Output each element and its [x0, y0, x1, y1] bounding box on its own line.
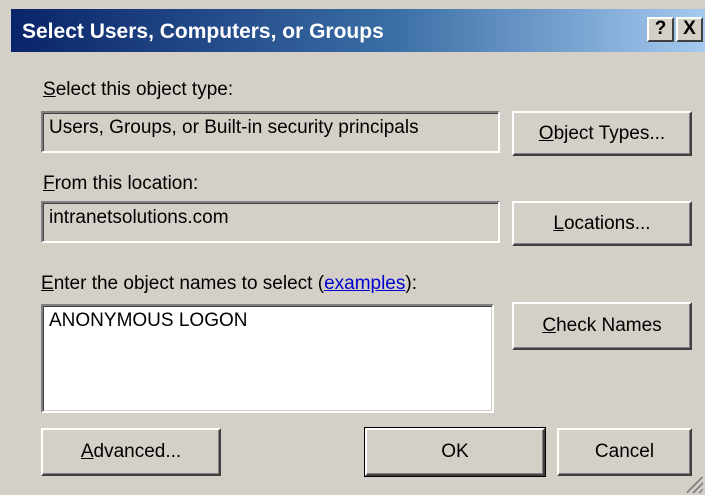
check-names-button[interactable]: Check Names	[512, 302, 692, 350]
location-label: From this location:	[43, 173, 199, 194]
cancel-button[interactable]: Cancel	[557, 428, 692, 476]
object-types-button[interactable]: Object Types...	[512, 111, 692, 156]
resize-grip[interactable]	[687, 477, 703, 493]
examples-link[interactable]: examples	[324, 273, 405, 294]
title-bar[interactable]: Select Users, Computers, or Groups ? X	[11, 9, 705, 52]
help-button[interactable]: ?	[647, 17, 674, 42]
object-type-label: Select this object type:	[43, 79, 234, 100]
object-names-label: Enter the object names to select (exampl…	[41, 273, 417, 294]
object-type-field: Users, Groups, or Built-in security prin…	[41, 111, 500, 153]
advanced-button[interactable]: Advanced...	[41, 428, 221, 476]
object-names-input[interactable]: ANONYMOUS LOGON	[41, 304, 494, 413]
select-users-dialog: Select Users, Computers, or Groups ? X S…	[0, 0, 705, 495]
location-field: intranetsolutions.com	[41, 201, 500, 243]
close-button[interactable]: X	[676, 17, 703, 42]
ok-button[interactable]: OK	[364, 427, 546, 477]
dialog-title: Select Users, Computers, or Groups	[22, 20, 384, 43]
locations-button[interactable]: Locations...	[512, 201, 692, 246]
